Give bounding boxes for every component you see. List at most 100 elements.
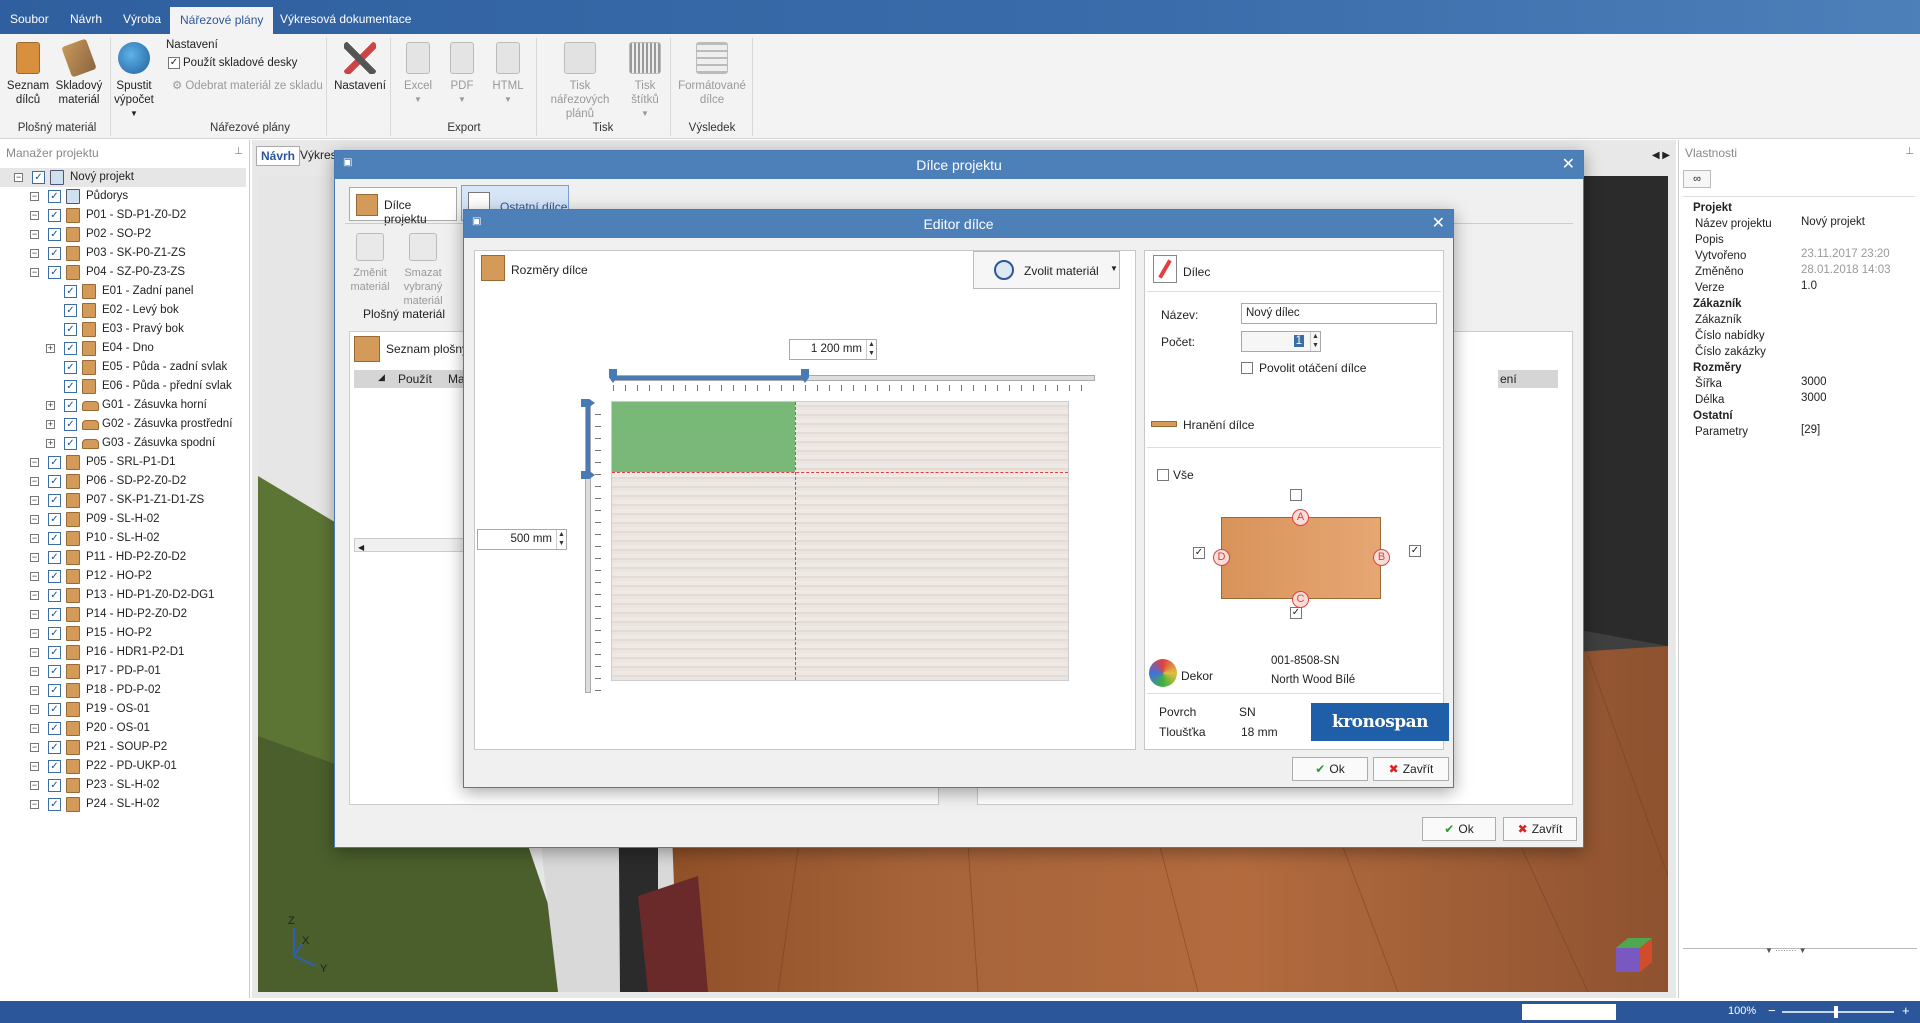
property-value[interactable]: 23.11.2017 23:20 xyxy=(1801,248,1890,260)
height-input[interactable]: 500 mm ▲ ▼ xyxy=(477,529,567,550)
expand-collapse-icon[interactable] xyxy=(46,363,55,372)
tree-item[interactable]: − ✓ P10 - SL-H-02 xyxy=(0,529,246,548)
tree-item[interactable]: − ✓ P14 - HD-P2-Z0-D2 xyxy=(0,605,246,624)
pocet-input[interactable]: 1 ▲ ▼ xyxy=(1241,331,1321,352)
tree-item-checkbox[interactable]: ✓ xyxy=(48,798,61,811)
tree-item-checkbox[interactable]: ✓ xyxy=(48,627,61,640)
expand-collapse-icon[interactable]: − xyxy=(30,724,39,733)
tree-item-checkbox[interactable]: ✓ xyxy=(64,437,77,450)
smazat-material-button[interactable]: Smazat vybraný materiál xyxy=(395,233,451,308)
tree-item[interactable]: − ✓ P11 - HD-P2-Z0-D2 xyxy=(0,548,246,567)
pouzit-skladove-checkbox[interactable]: ✓ Použít skladové desky xyxy=(168,57,297,69)
expand-collapse-icon[interactable]: − xyxy=(30,743,39,752)
glasses-icon[interactable]: ∞ xyxy=(1683,170,1711,188)
board-preview[interactable] xyxy=(611,401,1069,681)
tree-item[interactable]: + ✓ G01 - Zásuvka horní xyxy=(0,396,246,415)
skladovy-material-button[interactable]: Skladový materiál xyxy=(52,38,106,107)
tree-item-checkbox[interactable]: ✓ xyxy=(48,722,61,735)
tree-item-checkbox[interactable]: ✓ xyxy=(48,646,61,659)
expand-collapse-icon[interactable] xyxy=(46,306,55,315)
tree-item[interactable]: + ✓ G02 - Zásuvka prostřední xyxy=(0,415,246,434)
tree-item-checkbox[interactable]: ✓ xyxy=(64,342,77,355)
tree-item-checkbox[interactable]: ✓ xyxy=(48,684,61,697)
height-spinner[interactable]: ▲ ▼ xyxy=(556,530,566,549)
pin-icon[interactable]: ⊥ xyxy=(1905,146,1914,157)
tree-item-checkbox[interactable]: ✓ xyxy=(48,456,61,469)
tree-item[interactable]: + ✓ G03 - Zásuvka spodní xyxy=(0,434,246,453)
tree-item[interactable]: − ✓ P22 - PD-UKP-01 xyxy=(0,757,246,776)
expand-collapse-icon[interactable]: − xyxy=(30,230,39,239)
property-value[interactable]: 3000 xyxy=(1801,392,1827,404)
expand-collapse-icon[interactable]: − xyxy=(30,610,39,619)
export-pdf-button[interactable]: PDF ▼ xyxy=(442,42,482,107)
tree-item-checkbox[interactable]: ✓ xyxy=(32,171,45,184)
tree-item-checkbox[interactable]: ✓ xyxy=(64,361,77,374)
tree-item-checkbox[interactable]: ✓ xyxy=(48,608,61,621)
edge-a-marker[interactable]: A xyxy=(1292,509,1309,526)
width-input[interactable]: 1 200 mm ▲ ▼ xyxy=(789,339,877,360)
nazev-input[interactable]: Nový dílec xyxy=(1241,303,1437,324)
tree-item[interactable]: ✓ E03 - Pravý bok xyxy=(0,320,246,339)
viewport-tab-navrh[interactable]: Návrh xyxy=(256,146,301,166)
menu-tab-navrh[interactable]: Návrh xyxy=(60,0,112,34)
zoom-out-button[interactable]: − xyxy=(1768,1003,1776,1018)
tree-item-checkbox[interactable]: ✓ xyxy=(48,570,61,583)
edge-a-checkbox[interactable] xyxy=(1290,489,1302,501)
tree-item[interactable]: − ✓ P24 - SL-H-02 xyxy=(0,795,246,814)
expand-collapse-icon[interactable] xyxy=(46,287,55,296)
property-value[interactable]: 1.0 xyxy=(1801,280,1817,292)
expand-collapse-icon[interactable]: − xyxy=(30,249,39,258)
tree-item[interactable]: − ✓ P15 - HO-P2 xyxy=(0,624,246,643)
tree-item-checkbox[interactable]: ✓ xyxy=(64,418,77,431)
expand-collapse-icon[interactable]: − xyxy=(30,268,39,277)
tree-item[interactable]: − ✓ P07 - SK-P1-Z1-D1-ZS xyxy=(0,491,246,510)
tree-item-checkbox[interactable]: ✓ xyxy=(48,475,61,488)
expand-collapse-icon[interactable]: − xyxy=(30,458,39,467)
tree-item[interactable]: − ✓ P23 - SL-H-02 xyxy=(0,776,246,795)
tree-item[interactable]: − ✓ P03 - SK-P0-Z1-ZS xyxy=(0,244,246,263)
tree-item[interactable]: − ✓ P13 - HD-P1-Z0-D2-DG1 xyxy=(0,586,246,605)
edge-d-marker[interactable]: D xyxy=(1213,549,1230,566)
nastaveni-button[interactable]: Nastavení xyxy=(334,42,386,93)
expand-collapse-icon[interactable] xyxy=(46,382,55,391)
tab-dilce-projektu[interactable]: Dílce projektu xyxy=(349,187,457,226)
tree-item[interactable]: − ✓ P21 - SOUP-P2 xyxy=(0,738,246,757)
expand-collapse-icon[interactable]: − xyxy=(30,686,39,695)
tree-item-checkbox[interactable]: ✓ xyxy=(48,494,61,507)
tree-item-checkbox[interactable]: ✓ xyxy=(64,285,77,298)
formatovane-dilce-button[interactable]: Formátované dílce xyxy=(676,42,748,107)
tree-item-checkbox[interactable]: ✓ xyxy=(48,513,61,526)
tree-item-checkbox[interactable]: ✓ xyxy=(48,741,61,754)
expand-collapse-icon[interactable]: − xyxy=(30,553,39,562)
expand-collapse-icon[interactable]: − xyxy=(14,173,23,182)
tree-item[interactable]: − ✓ Nový projekt xyxy=(0,168,246,187)
expand-collapse-icon[interactable]: + xyxy=(46,420,55,429)
tree-item[interactable]: + ✓ E04 - Dno xyxy=(0,339,246,358)
pocet-spinner[interactable]: ▲ ▼ xyxy=(1310,332,1320,351)
menu-tab-narezove-plany[interactable]: Nářezové plány xyxy=(170,7,274,34)
tree-item-checkbox[interactable]: ✓ xyxy=(48,532,61,545)
expand-collapse-icon[interactable]: − xyxy=(30,629,39,638)
tree-item-checkbox[interactable]: ✓ xyxy=(48,551,61,564)
edge-c-marker[interactable]: C xyxy=(1292,591,1309,608)
tree-item[interactable]: − ✓ Půdorys xyxy=(0,187,246,206)
expand-collapse-icon[interactable]: + xyxy=(46,344,55,353)
edge-c-checkbox[interactable]: ✓ xyxy=(1290,607,1302,619)
odebrat-material-button[interactable]: ⚙ Odebrat materiál ze skladu xyxy=(172,78,323,92)
column-right[interactable]: ení xyxy=(1498,370,1558,388)
property-value[interactable]: [29] xyxy=(1801,424,1820,436)
tree-item-checkbox[interactable]: ✓ xyxy=(48,190,61,203)
width-spinner[interactable]: ▲ ▼ xyxy=(866,340,876,359)
dilce-zavrit-button[interactable]: ✖ Zavřít xyxy=(1503,817,1577,841)
editor-zavrit-button[interactable]: ✖ Zavřít xyxy=(1373,757,1449,781)
pin-icon[interactable]: ⊥ xyxy=(234,146,243,157)
edge-b-checkbox[interactable]: ✓ xyxy=(1409,545,1421,557)
zmenit-material-button[interactable]: Změnit materiál xyxy=(349,233,391,294)
tab-scroll-arrows-icon[interactable]: ◀ ▶ xyxy=(1652,150,1670,161)
tree-item-checkbox[interactable]: ✓ xyxy=(64,380,77,393)
tree-item[interactable]: − ✓ P04 - SZ-P0-Z3-ZS xyxy=(0,263,246,282)
tree-item-checkbox[interactable]: ✓ xyxy=(48,703,61,716)
tree-item-checkbox[interactable]: ✓ xyxy=(48,589,61,602)
tree-item[interactable]: − ✓ P02 - SO-P2 xyxy=(0,225,246,244)
tree-item-checkbox[interactable]: ✓ xyxy=(48,779,61,792)
